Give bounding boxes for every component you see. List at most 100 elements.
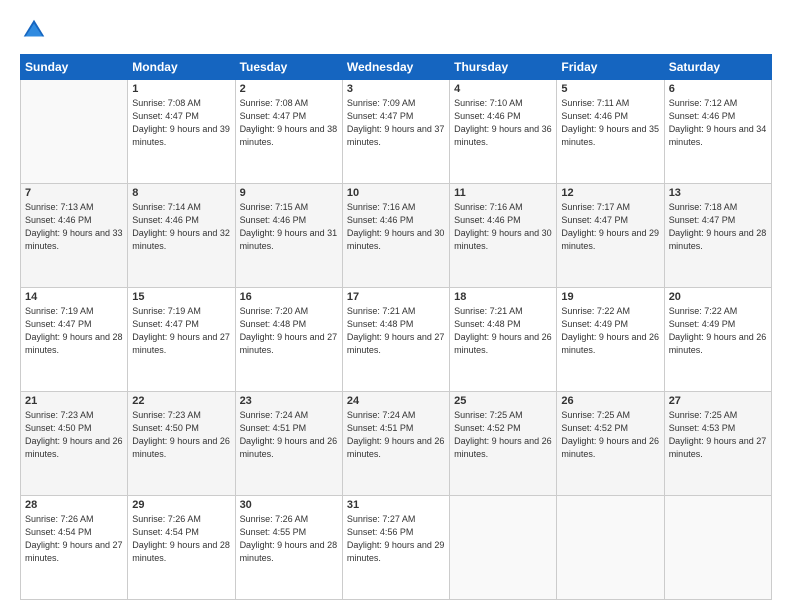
day-number: 5 — [561, 83, 659, 95]
day-number: 6 — [669, 83, 767, 95]
day-info: Sunrise: 7:21 AMSunset: 4:48 PMDaylight:… — [454, 305, 552, 357]
calendar-cell: 12 Sunrise: 7:17 AMSunset: 4:47 PMDayligh… — [557, 184, 664, 288]
day-number: 21 — [25, 395, 123, 407]
calendar-cell: 5 Sunrise: 7:11 AMSunset: 4:46 PMDaylight… — [557, 80, 664, 184]
day-number: 22 — [132, 395, 230, 407]
day-info: Sunrise: 7:22 AMSunset: 4:49 PMDaylight:… — [669, 305, 767, 357]
calendar-cell: 8 Sunrise: 7:14 AMSunset: 4:46 PMDaylight… — [128, 184, 235, 288]
calendar-cell: 31 Sunrise: 7:27 AMSunset: 4:56 PMDayligh… — [342, 496, 449, 600]
calendar-cell: 2 Sunrise: 7:08 AMSunset: 4:47 PMDaylight… — [235, 80, 342, 184]
day-number: 8 — [132, 187, 230, 199]
day-info: Sunrise: 7:17 AMSunset: 4:47 PMDaylight:… — [561, 201, 659, 253]
day-number: 29 — [132, 499, 230, 511]
calendar-header-thursday: Thursday — [450, 55, 557, 80]
day-info: Sunrise: 7:26 AMSunset: 4:55 PMDaylight:… — [240, 513, 338, 565]
calendar-cell: 14Sunrise: 7:19 AMSunset: 4:47 PMDayligh… — [21, 288, 128, 392]
day-number: 16 — [240, 291, 338, 303]
day-number: 25 — [454, 395, 552, 407]
day-number: 13 — [669, 187, 767, 199]
day-info: Sunrise: 7:10 AMSunset: 4:46 PMDaylight:… — [454, 97, 552, 149]
day-info: Sunrise: 7:11 AMSunset: 4:46 PMDaylight:… — [561, 97, 659, 149]
day-number: 28 — [25, 499, 123, 511]
calendar-cell: 7 Sunrise: 7:13 AMSunset: 4:46 PMDaylight… — [21, 184, 128, 288]
day-number: 23 — [240, 395, 338, 407]
calendar-cell: 11 Sunrise: 7:16 AMSunset: 4:46 PMDayligh… — [450, 184, 557, 288]
calendar-header-saturday: Saturday — [664, 55, 771, 80]
calendar-cell: 21 Sunrise: 7:23 AMSunset: 4:50 PMDayligh… — [21, 392, 128, 496]
day-number: 3 — [347, 83, 445, 95]
header — [20, 16, 772, 44]
day-number: 30 — [240, 499, 338, 511]
calendar-cell: 3 Sunrise: 7:09 AMSunset: 4:47 PMDaylight… — [342, 80, 449, 184]
day-number: 19 — [561, 291, 659, 303]
day-info: Sunrise: 7:08 AMSunset: 4:47 PMDaylight:… — [132, 97, 230, 149]
day-info: Sunrise: 7:16 AMSunset: 4:46 PMDaylight:… — [347, 201, 445, 253]
day-info: Sunrise: 7:25 AMSunset: 4:53 PMDaylight:… — [669, 409, 767, 461]
calendar-cell: 17Sunrise: 7:21 AMSunset: 4:48 PMDayligh… — [342, 288, 449, 392]
calendar-cell: 29 Sunrise: 7:26 AMSunset: 4:54 PMDayligh… — [128, 496, 235, 600]
day-number: 2 — [240, 83, 338, 95]
day-info: Sunrise: 7:23 AMSunset: 4:50 PMDaylight:… — [132, 409, 230, 461]
calendar-cell: 19 Sunrise: 7:22 AMSunset: 4:49 PMDayligh… — [557, 288, 664, 392]
day-number: 24 — [347, 395, 445, 407]
day-info: Sunrise: 7:27 AMSunset: 4:56 PMDaylight:… — [347, 513, 445, 565]
calendar-cell: 20 Sunrise: 7:22 AMSunset: 4:49 PMDayligh… — [664, 288, 771, 392]
calendar-cell — [450, 496, 557, 600]
logo-icon — [20, 16, 48, 44]
calendar-cell: 18 Sunrise: 7:21 AMSunset: 4:48 PMDayligh… — [450, 288, 557, 392]
calendar-header-wednesday: Wednesday — [342, 55, 449, 80]
day-number: 1 — [132, 83, 230, 95]
calendar-cell: 1 Sunrise: 7:08 AMSunset: 4:47 PMDaylight… — [128, 80, 235, 184]
day-number: 26 — [561, 395, 659, 407]
day-info: Sunrise: 7:22 AMSunset: 4:49 PMDaylight:… — [561, 305, 659, 357]
calendar-cell: 30 Sunrise: 7:26 AMSunset: 4:55 PMDayligh… — [235, 496, 342, 600]
day-info: Sunrise: 7:16 AMSunset: 4:46 PMDaylight:… — [454, 201, 552, 253]
calendar-cell: 28Sunrise: 7:26 AMSunset: 4:54 PMDayligh… — [21, 496, 128, 600]
calendar-header-monday: Monday — [128, 55, 235, 80]
calendar-week-row: 28 Sunrise: 7:26 AMSunset: 4:54 PMDayligh… — [21, 496, 772, 600]
calendar-cell — [21, 80, 128, 184]
day-number: 31 — [347, 499, 445, 511]
calendar-cell: 4 Sunrise: 7:10 AMSunset: 4:46 PMDaylight… — [450, 80, 557, 184]
day-info: Sunrise: 7:14 AMSunset: 4:46 PMDaylight:… — [132, 201, 230, 253]
calendar-cell: 13Sunrise: 7:18 AMSunset: 4:47 PMDayligh… — [664, 184, 771, 288]
day-info: Sunrise: 7:08 AMSunset: 4:47 PMDaylight:… — [240, 97, 338, 149]
calendar-cell: 27 Sunrise: 7:25 AMSunset: 4:53 PMDayligh… — [664, 392, 771, 496]
day-info: Sunrise: 7:26 AMSunset: 4:54 PMDaylight:… — [132, 513, 230, 565]
day-number: 9 — [240, 187, 338, 199]
calendar-cell: 16Sunrise: 7:20 AMSunset: 4:48 PMDayligh… — [235, 288, 342, 392]
day-info: Sunrise: 7:24 AMSunset: 4:51 PMDaylight:… — [347, 409, 445, 461]
day-number: 7 — [25, 187, 123, 199]
day-number: 27 — [669, 395, 767, 407]
calendar-cell: 10 Sunrise: 7:16 AMSunset: 4:46 PMDayligh… — [342, 184, 449, 288]
calendar-cell: 26Sunrise: 7:25 AMSunset: 4:52 PMDayligh… — [557, 392, 664, 496]
calendar-table: SundayMondayTuesdayWednesdayThursdayFrid… — [20, 54, 772, 600]
calendar-header-row: SundayMondayTuesdayWednesdayThursdayFrid… — [21, 55, 772, 80]
day-info: Sunrise: 7:24 AMSunset: 4:51 PMDaylight:… — [240, 409, 338, 461]
page: SundayMondayTuesdayWednesdayThursdayFrid… — [0, 0, 792, 612]
day-info: Sunrise: 7:19 AMSunset: 4:47 PMDaylight:… — [132, 305, 230, 357]
day-number: 11 — [454, 187, 552, 199]
calendar-cell: 9 Sunrise: 7:15 AMSunset: 4:46 PMDaylight… — [235, 184, 342, 288]
day-number: 15 — [132, 291, 230, 303]
calendar-cell: 22 Sunrise: 7:23 AMSunset: 4:50 PMDayligh… — [128, 392, 235, 496]
day-number: 20 — [669, 291, 767, 303]
day-info: Sunrise: 7:25 AMSunset: 4:52 PMDaylight:… — [454, 409, 552, 461]
calendar-header-tuesday: Tuesday — [235, 55, 342, 80]
day-number: 17 — [347, 291, 445, 303]
calendar-cell: 24 Sunrise: 7:24 AMSunset: 4:51 PMDayligh… — [342, 392, 449, 496]
day-number: 4 — [454, 83, 552, 95]
day-info: Sunrise: 7:19 AMSunset: 4:47 PMDaylight:… — [25, 305, 123, 357]
day-info: Sunrise: 7:13 AMSunset: 4:46 PMDaylight:… — [25, 201, 123, 253]
calendar-cell: 23 Sunrise: 7:24 AMSunset: 4:51 PMDayligh… — [235, 392, 342, 496]
day-info: Sunrise: 7:09 AMSunset: 4:47 PMDaylight:… — [347, 97, 445, 149]
calendar-week-row: 7 Sunrise: 7:13 AMSunset: 4:46 PMDaylight… — [21, 184, 772, 288]
day-info: Sunrise: 7:15 AMSunset: 4:46 PMDaylight:… — [240, 201, 338, 253]
calendar-cell — [664, 496, 771, 600]
day-number: 10 — [347, 187, 445, 199]
day-info: Sunrise: 7:23 AMSunset: 4:50 PMDaylight:… — [25, 409, 123, 461]
calendar-header-friday: Friday — [557, 55, 664, 80]
day-number: 12 — [561, 187, 659, 199]
day-number: 18 — [454, 291, 552, 303]
calendar-cell: 25 Sunrise: 7:25 AMSunset: 4:52 PMDayligh… — [450, 392, 557, 496]
